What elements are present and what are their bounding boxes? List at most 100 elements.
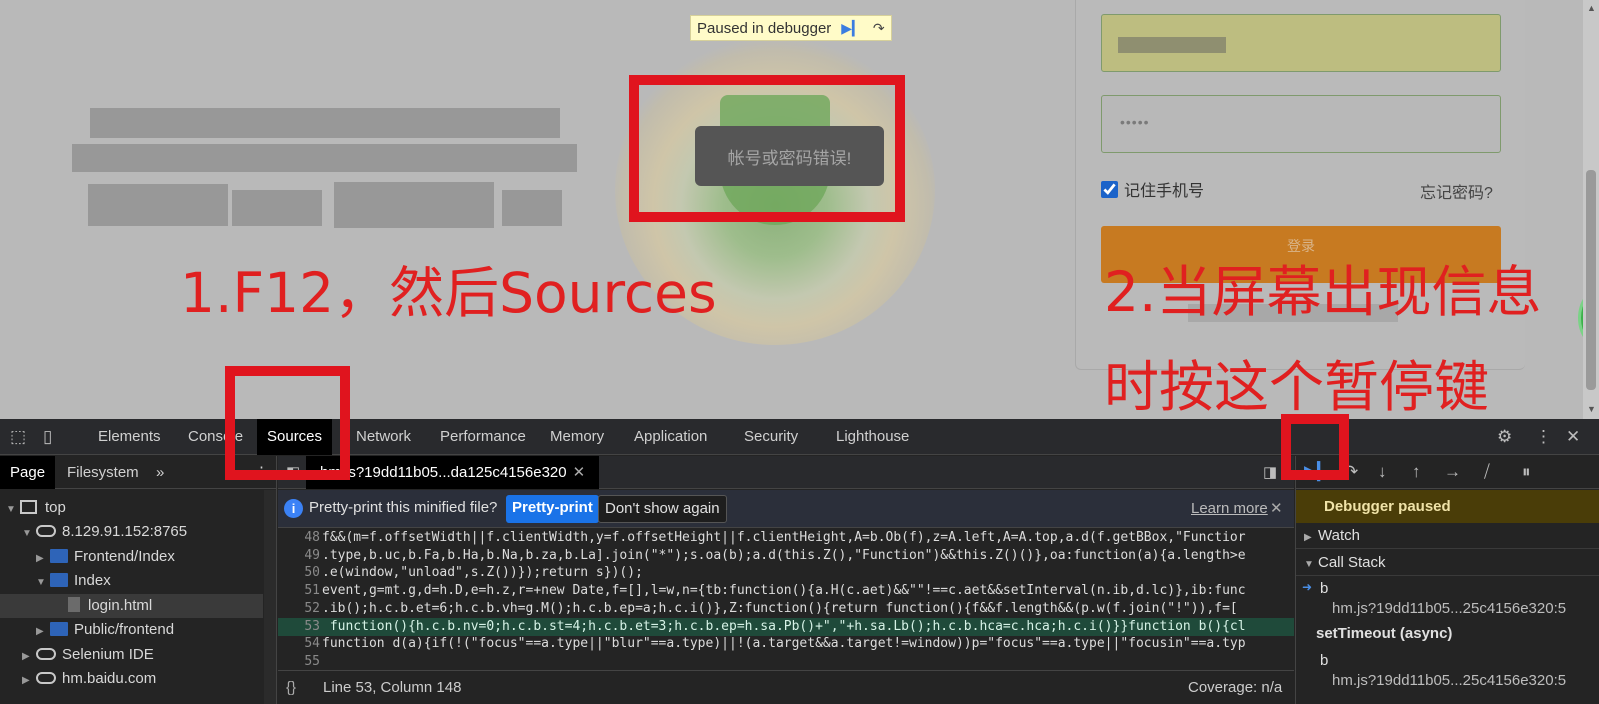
expanded-triangle-icon: ▼ xyxy=(6,504,16,515)
learn-more-link[interactable]: Learn more xyxy=(1191,500,1268,517)
device-toolbar-icon[interactable]: ▯ xyxy=(43,427,52,447)
annotation-step2: 2.当屏幕出现信息 时按这个暂停键 xyxy=(1104,245,1541,435)
tab-network[interactable]: Network xyxy=(346,419,421,455)
code-line-current[interactable]: 53 function(){h.c.b.nv=0;h.c.b.st=4;h.c.… xyxy=(278,617,1294,636)
code-line[interactable]: 51 event,g=mt.g,d=h.D,e=h.z,r=+new Date,f… xyxy=(278,582,1294,600)
tab-application[interactable]: Application xyxy=(624,419,717,455)
blurred-logo xyxy=(72,102,577,232)
close-infobar-icon[interactable]: ✕ xyxy=(1270,499,1283,517)
pause-on-exceptions-icon[interactable]: ⏸ xyxy=(1522,462,1531,482)
step-out-icon[interactable]: ↑ xyxy=(1412,462,1421,482)
phone-input[interactable] xyxy=(1101,14,1501,72)
pretty-print-toggle-icon[interactable]: {} xyxy=(286,671,296,704)
inspect-element-icon[interactable]: ⬚ xyxy=(10,427,26,447)
code-text: function(){h.c.b.nv=0;h.c.b.st=4;h.c.b.e… xyxy=(322,618,1246,634)
collapsed-triangle-icon: ▶ xyxy=(36,553,44,564)
frame-location[interactable]: hm.js?19dd11b05...25c4156e320:5 xyxy=(1332,672,1566,689)
scroll-thumb[interactable] xyxy=(1586,170,1596,390)
cloud-icon xyxy=(36,525,56,537)
editor-file-name: hm.js?19dd11b05...da125c4156e320 xyxy=(320,464,567,481)
tree-item-label: Index xyxy=(74,572,111,589)
tree-item-label: Frontend/Index xyxy=(74,548,175,565)
tab-filesystem[interactable]: Filesystem xyxy=(57,456,149,489)
tree-item-public-frontend[interactable]: ▶ Public/frontend xyxy=(0,618,263,642)
annotation-box-error xyxy=(629,75,905,222)
editor-status-bar: {} Line 53, Column 148 Coverage: n/a xyxy=(278,670,1294,704)
code-text: f&&(m=f.offsetWidth||f.clientWidth,y=f.o… xyxy=(322,530,1246,545)
step-over-icon[interactable]: ↷ xyxy=(873,20,885,37)
code-area[interactable]: 48 f&&(m=f.offsetWidth||f.clientWidth,y=f… xyxy=(278,529,1294,665)
tab-security[interactable]: Security xyxy=(734,419,808,455)
folder-icon xyxy=(50,573,68,587)
code-line[interactable]: 49 .type,b.uc,b.Fa,b.Ha,b.Na,b.za,b.La].j… xyxy=(278,547,1294,565)
tree-item-label: Selenium IDE xyxy=(62,646,154,663)
tree-item-label: Public/frontend xyxy=(74,621,175,638)
scroll-down-icon[interactable]: ▼ xyxy=(1587,404,1596,414)
code-line[interactable]: 54 function d(a){if(!("focus"==a.type||"b… xyxy=(278,635,1294,653)
code-line[interactable]: 50 .e(window,"unload",s.Z())});return s})… xyxy=(278,564,1294,582)
line-number[interactable]: 51 xyxy=(278,582,322,600)
tab-memory[interactable]: Memory xyxy=(540,419,614,455)
watch-section-header[interactable]: ▶ Watch xyxy=(1296,523,1599,549)
expanded-triangle-icon: ▼ xyxy=(1304,559,1314,570)
call-stack-section-header[interactable]: ▼ Call Stack xyxy=(1296,550,1599,576)
annotation-step1: 1.F12，然后Sources xyxy=(180,261,717,325)
close-tab-icon[interactable]: ✕ xyxy=(573,464,586,481)
code-text: function d(a){if(!("focus"==a.type||"blu… xyxy=(322,636,1246,652)
forgot-password-link[interactable]: 忘记密码? xyxy=(1420,179,1493,203)
annotation-box-sources xyxy=(225,366,350,480)
line-number[interactable]: 50 xyxy=(278,564,322,582)
tree-item-host[interactable]: ▼ 8.129.91.152:8765 xyxy=(0,520,263,544)
line-number[interactable]: 53 xyxy=(278,618,322,636)
tree-item-label: top xyxy=(45,499,66,516)
line-number[interactable]: 52 xyxy=(278,600,322,618)
tab-lighthouse[interactable]: Lighthouse xyxy=(826,419,919,455)
more-options-icon[interactable]: ⋮ xyxy=(1535,427,1552,447)
folder-icon xyxy=(50,549,68,563)
deactivate-breakpoints-icon[interactable]: ⧸ xyxy=(1484,462,1490,482)
tree-item-hm-baidu[interactable]: ▶ hm.baidu.com xyxy=(0,667,263,691)
call-frame[interactable]: ➜ b hm.js?19dd11b05...25c4156e320:5 xyxy=(1296,580,1599,622)
line-number[interactable]: 54 xyxy=(278,635,322,653)
collapsed-triangle-icon: ▶ xyxy=(22,651,30,662)
step-into-icon[interactable]: ↓ xyxy=(1378,462,1387,482)
debugger-paused-message: Debugger paused xyxy=(1296,490,1599,523)
toggle-debugger-icon[interactable]: ◨ xyxy=(1263,463,1277,481)
tree-item-login-html[interactable]: login.html xyxy=(0,594,263,618)
settings-gear-icon[interactable]: ⚙ xyxy=(1497,427,1512,447)
code-line[interactable]: 52 .ib();h.c.b.et=6;h.c.b.vh=g.M();h.c.b.… xyxy=(278,600,1294,618)
step-icon[interactable]: → xyxy=(1444,462,1461,482)
tree-item-label: 8.129.91.152:8765 xyxy=(62,523,188,540)
pretty-print-button[interactable]: Pretty-print xyxy=(506,495,599,523)
tab-elements[interactable]: Elements xyxy=(88,419,171,455)
tree-item-selenium-ide[interactable]: ▶ Selenium IDE xyxy=(0,643,263,667)
code-line[interactable]: 48 f&&(m=f.offsetWidth||f.clientWidth,y=f… xyxy=(278,529,1294,547)
close-devtools-icon[interactable]: ✕ xyxy=(1566,427,1580,447)
tree-item-top[interactable]: ▼ top xyxy=(0,496,263,520)
password-input[interactable]: ••••• xyxy=(1101,95,1501,153)
file-icon xyxy=(68,597,80,612)
remember-checkbox-box[interactable] xyxy=(1101,180,1118,198)
resume-icon[interactable]: ▶▎ xyxy=(841,20,863,37)
tab-page[interactable]: Page xyxy=(0,456,56,489)
navigator-scrollbar[interactable] xyxy=(264,490,276,704)
dont-show-again-button[interactable]: Don't show again xyxy=(598,495,727,523)
tab-performance[interactable]: Performance xyxy=(430,419,536,455)
tree-item-index[interactable]: ▼ Index xyxy=(0,569,263,593)
cloud-icon xyxy=(36,648,56,660)
tree-item-frontend-index[interactable]: ▶ Frontend/Index xyxy=(0,545,263,569)
frame-location[interactable]: hm.js?19dd11b05...25c4156e320:5 xyxy=(1332,600,1566,617)
page-scrollbar[interactable]: ▲ ▼ xyxy=(1583,0,1599,419)
cloud-icon xyxy=(36,672,56,684)
paused-in-debugger-banner: Paused in debugger ▶▎ ↷ xyxy=(690,15,892,41)
info-icon: i xyxy=(284,499,303,518)
call-frame[interactable]: b hm.js?19dd11b05...25c4156e320:5 xyxy=(1296,652,1599,694)
remember-phone-checkbox[interactable]: 记住手机号 xyxy=(1101,177,1204,201)
line-number[interactable]: 49 xyxy=(278,547,322,565)
scroll-up-icon[interactable]: ▲ xyxy=(1587,3,1596,13)
line-number[interactable]: 48 xyxy=(278,529,322,547)
code-line[interactable]: 55 xyxy=(278,653,1294,665)
cursor-position: Line 53, Column 148 xyxy=(323,679,462,696)
line-number[interactable]: 55 xyxy=(278,653,322,665)
more-tabs-icon[interactable]: » xyxy=(146,456,174,489)
